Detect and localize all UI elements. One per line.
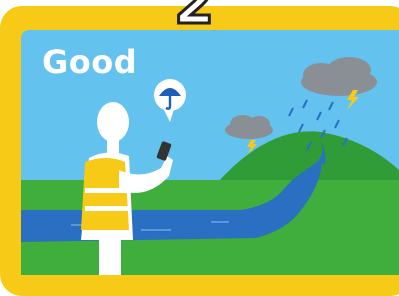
small-storm-cloud-icon [225, 115, 273, 139]
umbrella-bubble [154, 79, 186, 122]
status-label: Good [42, 43, 138, 81]
card-number: 2 [172, 0, 215, 37]
life-vest [81, 158, 129, 230]
storm-cloud-icon [301, 57, 377, 96]
